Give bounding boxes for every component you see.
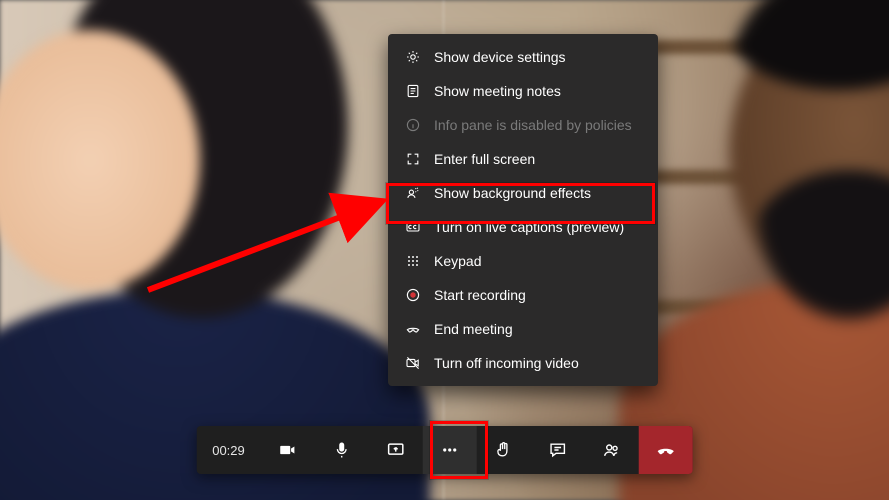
menu-item-info-pane-disabled: Info pane is disabled by policies [388,108,658,142]
raise-hand-button[interactable] [477,426,531,474]
keypad-icon [404,252,422,270]
record-icon [404,286,422,304]
menu-item-label: Show device settings [434,49,642,65]
chat-button[interactable] [531,426,585,474]
video-off-icon [404,354,422,372]
more-actions-button[interactable] [423,426,477,474]
camera-button[interactable] [261,426,315,474]
gear-icon [404,48,422,66]
leave-button[interactable] [639,426,693,474]
call-timer: 00:29 [196,426,261,474]
menu-item-label: Start recording [434,287,642,303]
end-call-icon [404,320,422,338]
info-icon [404,116,422,134]
mic-button[interactable] [315,426,369,474]
fullscreen-icon [404,150,422,168]
raise-hand-icon [494,440,514,460]
menu-item-device-settings[interactable]: Show device settings [388,40,658,74]
more-actions-menu: Show device settings Show meeting notes … [388,34,658,386]
menu-item-start-recording[interactable]: Start recording [388,278,658,312]
menu-item-label: End meeting [434,321,642,337]
menu-item-keypad[interactable]: Keypad [388,244,658,278]
menu-item-turn-off-incoming-video[interactable]: Turn off incoming video [388,346,658,380]
share-icon [386,440,406,460]
meeting-toolbar: 00:29 [196,426,693,474]
menu-item-fullscreen[interactable]: Enter full screen [388,142,658,176]
hang-up-icon [655,439,677,461]
cc-icon [404,218,422,236]
menu-item-label: Enter full screen [434,151,642,167]
mic-icon [332,440,352,460]
notes-icon [404,82,422,100]
more-icon [440,440,460,460]
background-effects-icon [404,184,422,202]
menu-item-label: Show meeting notes [434,83,642,99]
menu-item-label: Show background effects [434,185,642,201]
people-button[interactable] [585,426,639,474]
menu-item-label: Info pane is disabled by policies [434,117,642,133]
share-button[interactable] [369,426,423,474]
menu-item-live-captions[interactable]: Turn on live captions (preview) [388,210,658,244]
menu-item-label: Turn off incoming video [434,355,642,371]
menu-item-label: Keypad [434,253,642,269]
menu-item-end-meeting[interactable]: End meeting [388,312,658,346]
menu-item-meeting-notes[interactable]: Show meeting notes [388,74,658,108]
menu-item-background-effects[interactable]: Show background effects [388,176,658,210]
people-icon [602,440,622,460]
camera-icon [278,440,298,460]
chat-icon [548,440,568,460]
menu-item-label: Turn on live captions (preview) [434,219,642,235]
